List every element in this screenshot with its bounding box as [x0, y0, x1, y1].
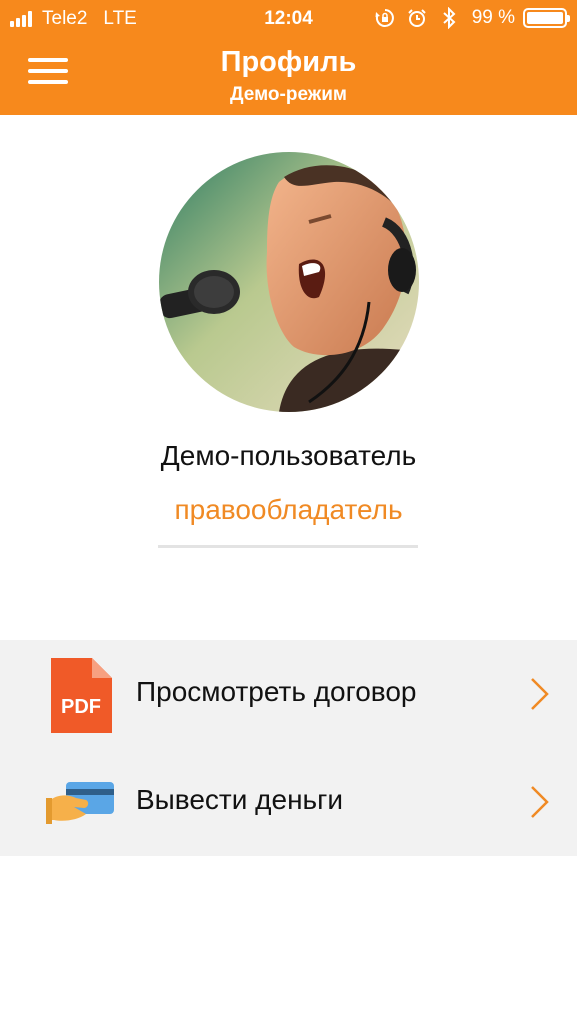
- bluetooth-icon: [438, 7, 460, 29]
- pdf-file-icon: PDF: [46, 654, 116, 734]
- chevron-right-icon: [528, 784, 552, 820]
- withdraw-money-item[interactable]: Вывести деньги: [0, 748, 577, 856]
- battery-icon: [523, 8, 570, 28]
- rotation-lock-icon: [374, 7, 396, 29]
- profile-role: правообладатель: [174, 494, 403, 525]
- alarm-icon: [406, 7, 428, 29]
- page-subtitle: Демо-режим: [230, 84, 347, 105]
- withdraw-money-label: Вывести деньги: [136, 784, 343, 815]
- avatar[interactable]: [159, 152, 419, 412]
- view-contract-item[interactable]: PDF Просмотреть договор: [0, 640, 577, 748]
- profile-name: Демо-пользователь: [160, 440, 417, 471]
- page-title: Профиль: [220, 46, 357, 78]
- profile-menu-list: PDF Просмотреть договор Вывести деньги: [0, 640, 577, 856]
- status-bar: Tele2 LTE 12:04 99 %: [0, 0, 577, 38]
- app-header: Tele2 LTE 12:04 99 % Профиль Демо-режим: [0, 0, 577, 115]
- svg-text:PDF: PDF: [61, 696, 101, 718]
- battery-percent: 99 %: [471, 7, 515, 28]
- battery-level: [527, 12, 563, 24]
- view-contract-label: Просмотреть договор: [136, 676, 417, 707]
- card-payment-icon: [46, 762, 116, 842]
- profile-divider: [158, 545, 418, 548]
- chevron-right-icon: [528, 676, 552, 712]
